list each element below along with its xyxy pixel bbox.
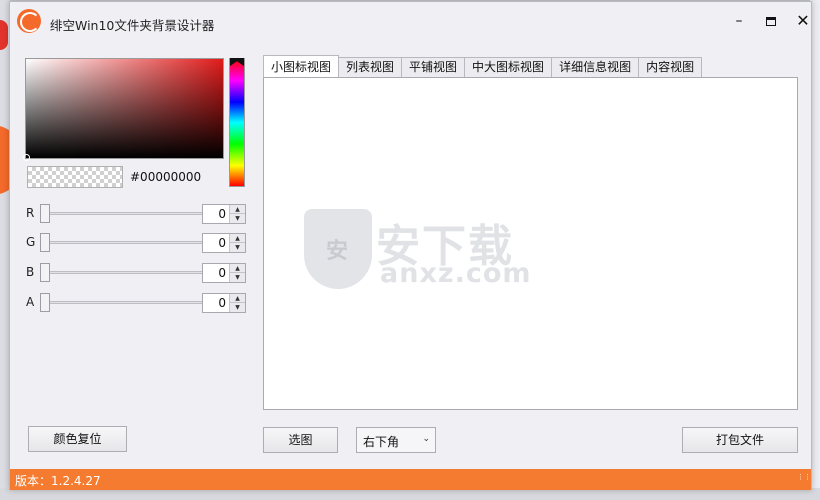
window-title: 绯空Win10文件夹背景设计器 (50, 18, 215, 33)
preview-panel[interactable]: 安 安下载 anxz.com (263, 77, 798, 410)
spin-up-icon[interactable]: ▲ (230, 234, 245, 243)
maximize-icon (766, 16, 776, 26)
color-preview-swatch (27, 166, 123, 188)
position-dropdown-value: 右下角 (363, 435, 400, 449)
watermark-shield-text: 安 (326, 239, 349, 264)
spinbox-value-r[interactable]: 0 (218, 207, 226, 221)
slider-label-g: G (26, 235, 36, 249)
slider-row-b: B 0 ▲ ▼ (24, 261, 249, 285)
tab-list[interactable]: 列表视图 (339, 57, 403, 78)
spin-down-icon[interactable]: ▼ (230, 273, 245, 282)
hue-marker-icon[interactable] (230, 58, 244, 66)
spin-up-icon[interactable]: ▲ (230, 294, 245, 303)
watermark-en: anxz.com (380, 258, 532, 289)
hex-value: #00000000 (130, 170, 202, 184)
spinbox-value-b[interactable]: 0 (218, 266, 226, 280)
spin-up-icon[interactable]: ▲ (230, 205, 245, 214)
color-reset-button[interactable]: 颜色复位 (28, 426, 127, 452)
slider-thumb-b[interactable] (40, 263, 50, 282)
spinbox-b[interactable]: 0 ▲ ▼ (202, 263, 246, 283)
spin-down-icon[interactable]: ▼ (230, 214, 245, 223)
spinbox-value-g[interactable]: 0 (218, 236, 226, 250)
spin-down-icon[interactable]: ▼ (230, 303, 245, 312)
tab-medium-large-icons[interactable]: 中大图标视图 (465, 57, 553, 78)
orange-circle-logo-icon (17, 9, 41, 33)
slider-track-a[interactable] (43, 301, 207, 304)
slider-row-g: G 0 ▲ ▼ (24, 231, 249, 255)
position-dropdown[interactable]: 右下角 ⌄ (356, 427, 436, 453)
maximize-button[interactable] (756, 10, 786, 32)
slider-thumb-a[interactable] (40, 293, 50, 312)
spin-up-icon[interactable]: ▲ (230, 264, 245, 273)
tab-content[interactable]: 内容视图 (639, 57, 703, 78)
desktop-fragment-red (0, 20, 8, 50)
hue-slider[interactable] (229, 58, 245, 187)
slider-row-a: A 0 ▲ ▼ (24, 291, 249, 315)
slider-track-r[interactable] (43, 212, 207, 215)
saturation-value-picker[interactable] (23, 58, 224, 161)
watermark-shield-icon: 安 (304, 209, 372, 289)
slider-thumb-g[interactable] (40, 233, 50, 252)
chevron-down-icon: ⌄ (422, 434, 430, 444)
spin-down-icon[interactable]: ▼ (230, 243, 245, 252)
slider-label-a: A (26, 295, 35, 309)
slider-label-r: R (26, 206, 35, 220)
slider-track-g[interactable] (43, 241, 207, 244)
app-window: 绯空Win10文件夹背景设计器 – ✕ #00000000 R 0 ▲ ▼ G 0… (9, 1, 812, 490)
close-icon: ✕ (796, 11, 810, 30)
slider-row-r: R 0 ▲ ▼ (24, 202, 249, 226)
tab-small-icons[interactable]: 小图标视图 (263, 55, 340, 78)
spinbox-value-a[interactable]: 0 (218, 296, 226, 310)
version-label: 版本：1.2.4.27 (15, 474, 101, 488)
spinbox-a[interactable]: 0 ▲ ▼ (202, 293, 246, 313)
select-image-button[interactable]: 选图 (263, 427, 338, 453)
spinbox-g[interactable]: 0 ▲ ▼ (202, 233, 246, 253)
slider-label-b: B (26, 265, 35, 279)
tab-tiles[interactable]: 平铺视图 (402, 57, 466, 78)
tab-details[interactable]: 详细信息视图 (552, 57, 640, 78)
status-bar: 版本：1.2.4.27 ⋮⋮ (10, 469, 811, 490)
pack-files-button[interactable]: 打包文件 (682, 427, 798, 453)
spinbox-r[interactable]: 0 ▲ ▼ (202, 204, 246, 224)
color-picker-cursor[interactable] (23, 154, 30, 161)
slider-thumb-r[interactable] (40, 204, 50, 223)
minimize-icon: – (735, 13, 743, 29)
view-tabs: 小图标视图 列表视图 平铺视图 中大图标视图 详细信息视图 内容视图 (263, 55, 703, 78)
resize-grip-icon[interactable]: ⋮⋮ (797, 474, 811, 485)
close-button[interactable]: ✕ (788, 10, 818, 32)
title-bar[interactable]: 绯空Win10文件夹背景设计器 – ✕ (10, 2, 811, 42)
slider-track-b[interactable] (43, 271, 207, 274)
minimize-button[interactable]: – (724, 10, 754, 32)
